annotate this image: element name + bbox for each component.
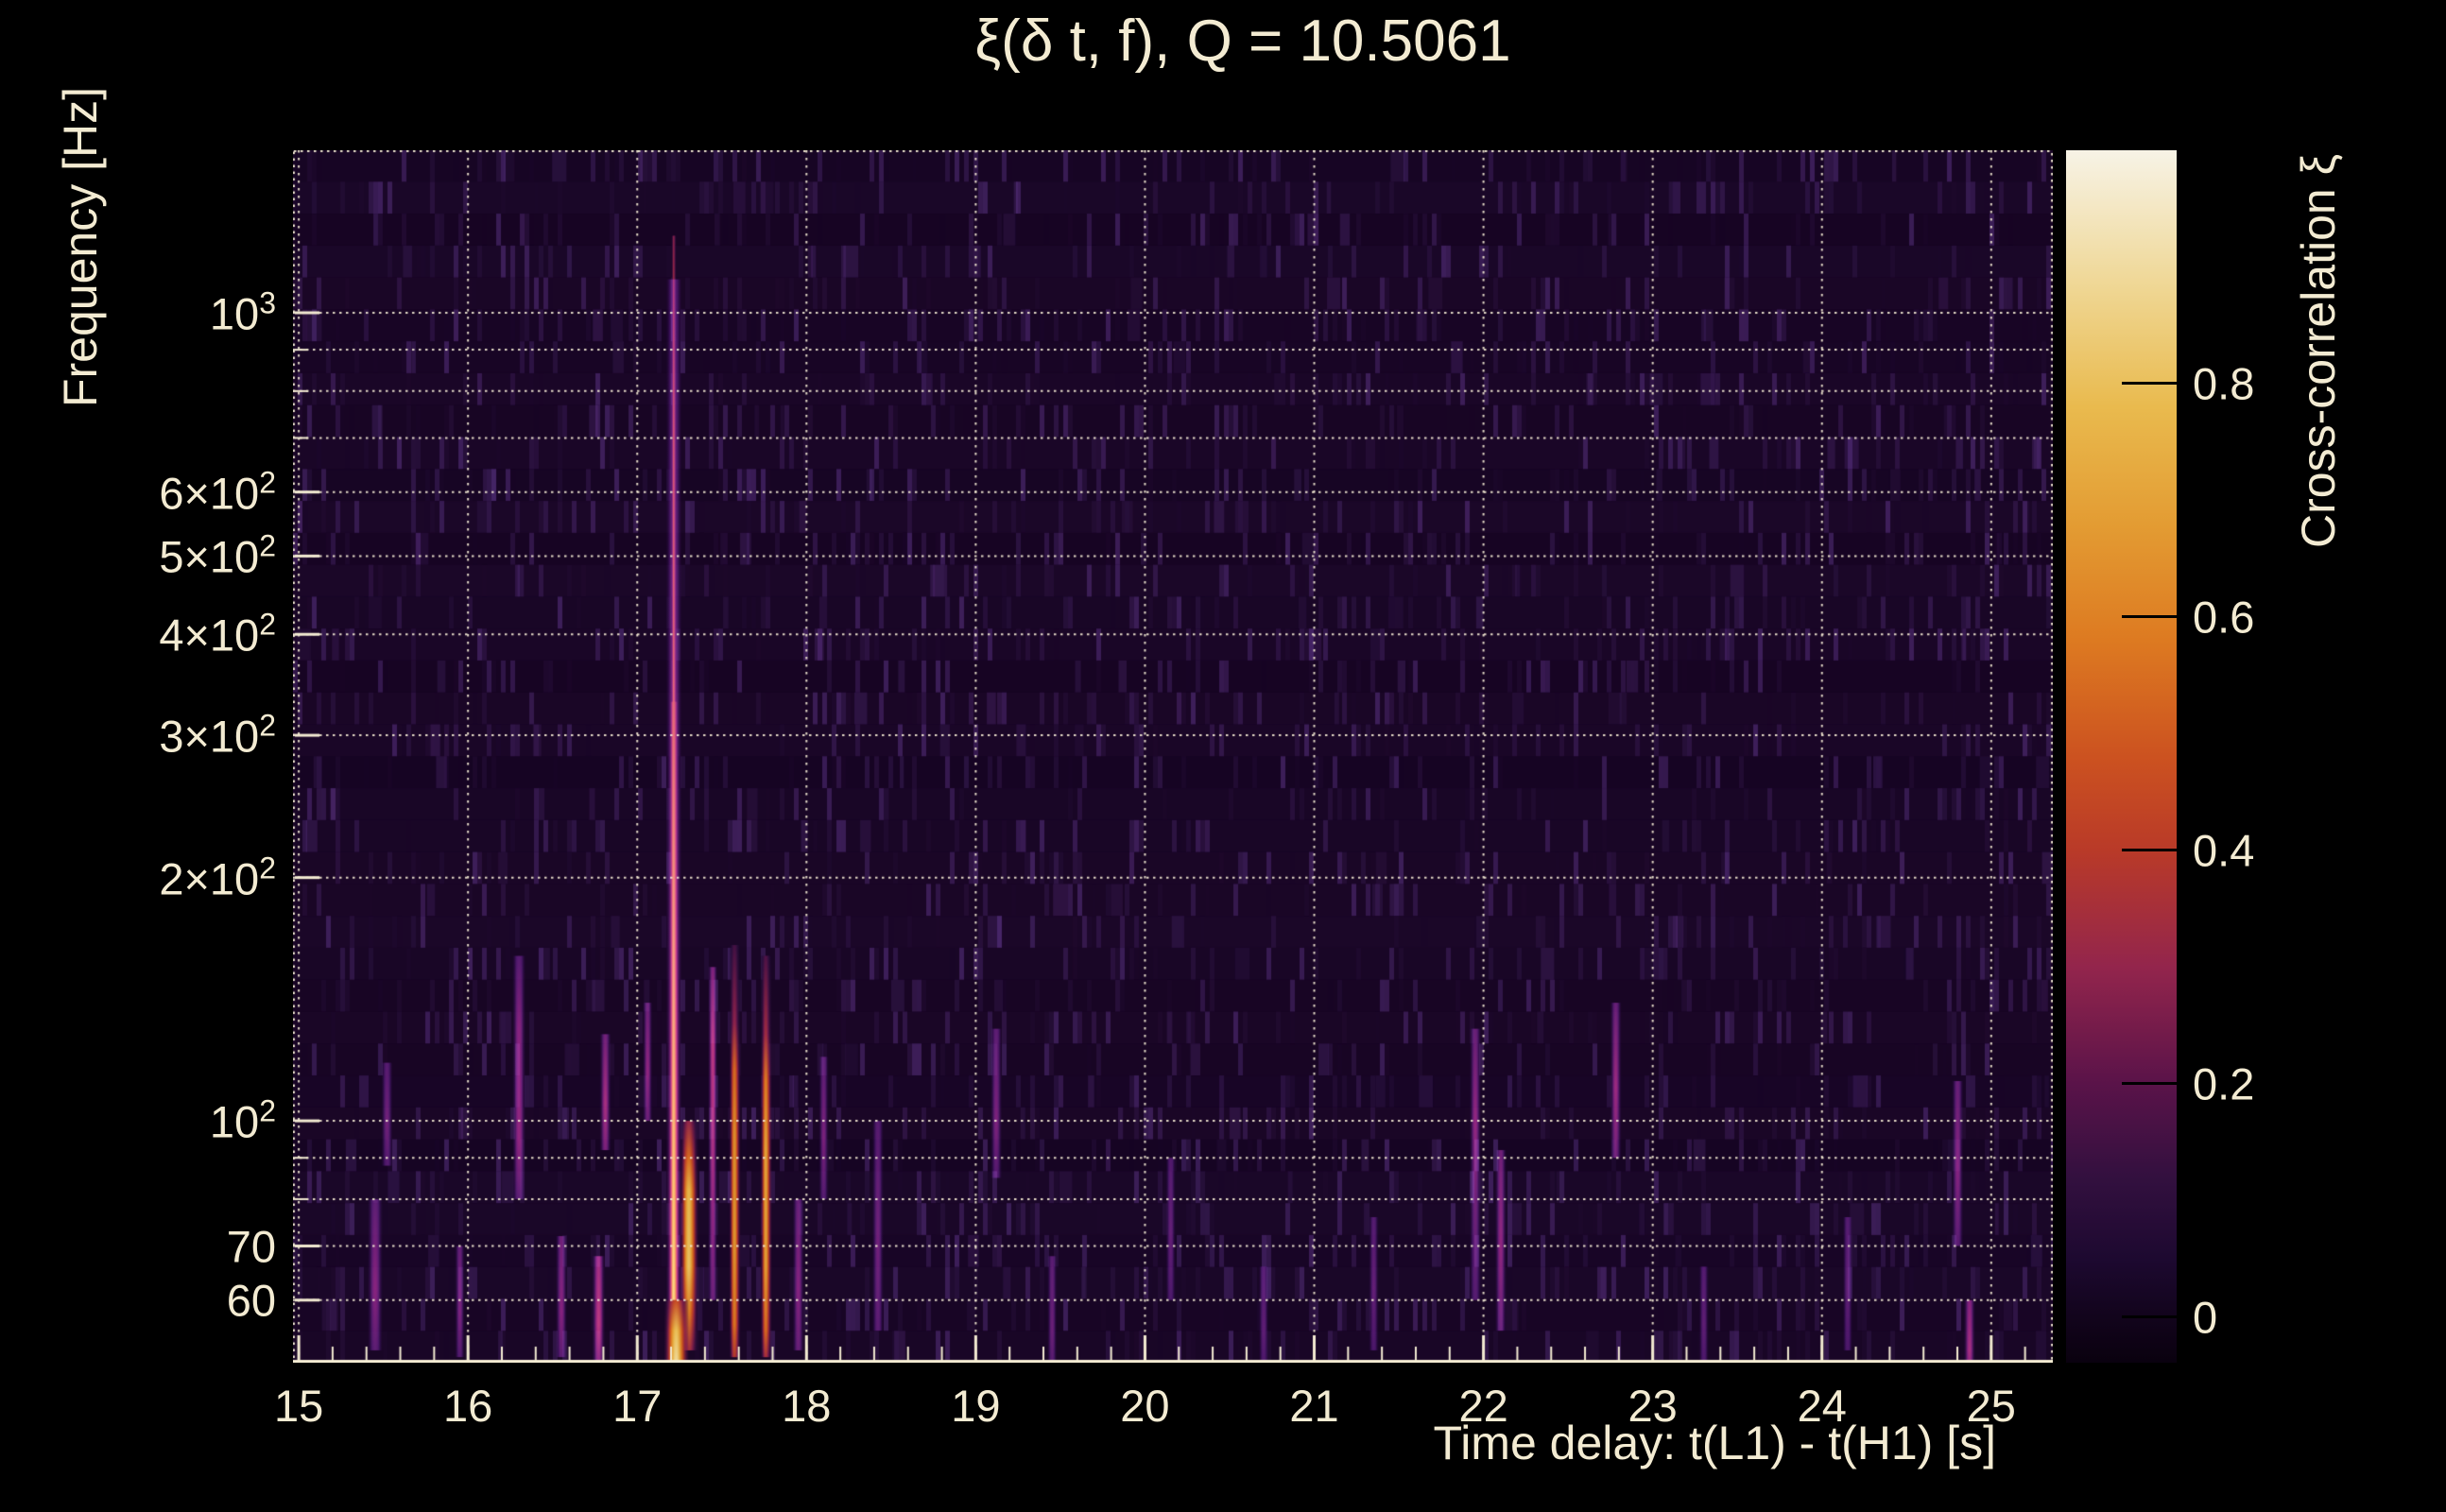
x-tick-label: 25 — [1966, 1381, 2016, 1431]
y-tick-label: 103 — [209, 285, 276, 339]
colorbar-tick-label: 0.8 — [2193, 358, 2255, 409]
x-tick-label: 20 — [1120, 1381, 1170, 1431]
y-tick-label: 102 — [209, 1093, 276, 1147]
y-tick-label: 70 — [226, 1221, 276, 1272]
x-tick-label: 18 — [782, 1381, 832, 1431]
colorbar-tick-label: 0.2 — [2193, 1058, 2255, 1109]
x-tick-label: 21 — [1289, 1381, 1339, 1431]
colorbar-tick-mark — [2122, 615, 2177, 619]
y-tick-label: 2×102 — [159, 850, 276, 903]
colorbar-tick-mark — [2122, 1082, 2177, 1086]
colorbar — [2066, 150, 2177, 1363]
chart-title: ξ(δ t, f), Q = 10.5061 — [974, 9, 1511, 74]
colorbar-tick-label: 0.6 — [2193, 592, 2255, 643]
x-tick-label: 17 — [612, 1381, 663, 1431]
y-tick-label: 4×102 — [159, 607, 276, 661]
x-tick-label: 22 — [1458, 1381, 1508, 1431]
colorbar-tick-labels: 0.8 0.6 0.4 0.2 0 — [2193, 0, 2438, 1512]
x-tick-label: 19 — [951, 1381, 1001, 1431]
x-tick-label: 24 — [1797, 1381, 1847, 1431]
colorbar-tick-mark — [2122, 1315, 2177, 1319]
qscan-cross-correlation-figure: ξ(δ t, f), Q = 10.5061 Frequency [Hz] Ti… — [0, 0, 2446, 1512]
colorbar-tick-label: 0.4 — [2193, 825, 2255, 876]
colorbar-tick-label: 0 — [2193, 1292, 2218, 1343]
x-tick-label: 23 — [1628, 1381, 1678, 1431]
x-axis-tick-labels: 15 16 17 18 19 20 21 22 23 24 25 — [0, 1380, 2446, 1446]
x-tick-label: 15 — [273, 1381, 324, 1431]
x-tick-label: 16 — [443, 1381, 493, 1431]
y-tick-label: 3×102 — [159, 708, 276, 762]
heatmap-plot-area — [293, 150, 2053, 1363]
heatmap-canvas — [293, 150, 2053, 1363]
colorbar-tick-mark — [2122, 849, 2177, 852]
y-axis-tick-labels: 103 6×102 5×102 4×102 3×102 2×102 102 70 60 — [0, 0, 276, 1512]
y-tick-label: 5×102 — [159, 529, 276, 582]
y-tick-label: 60 — [226, 1275, 276, 1326]
colorbar-tick-mark — [2122, 382, 2177, 386]
y-tick-label: 6×102 — [159, 465, 276, 518]
